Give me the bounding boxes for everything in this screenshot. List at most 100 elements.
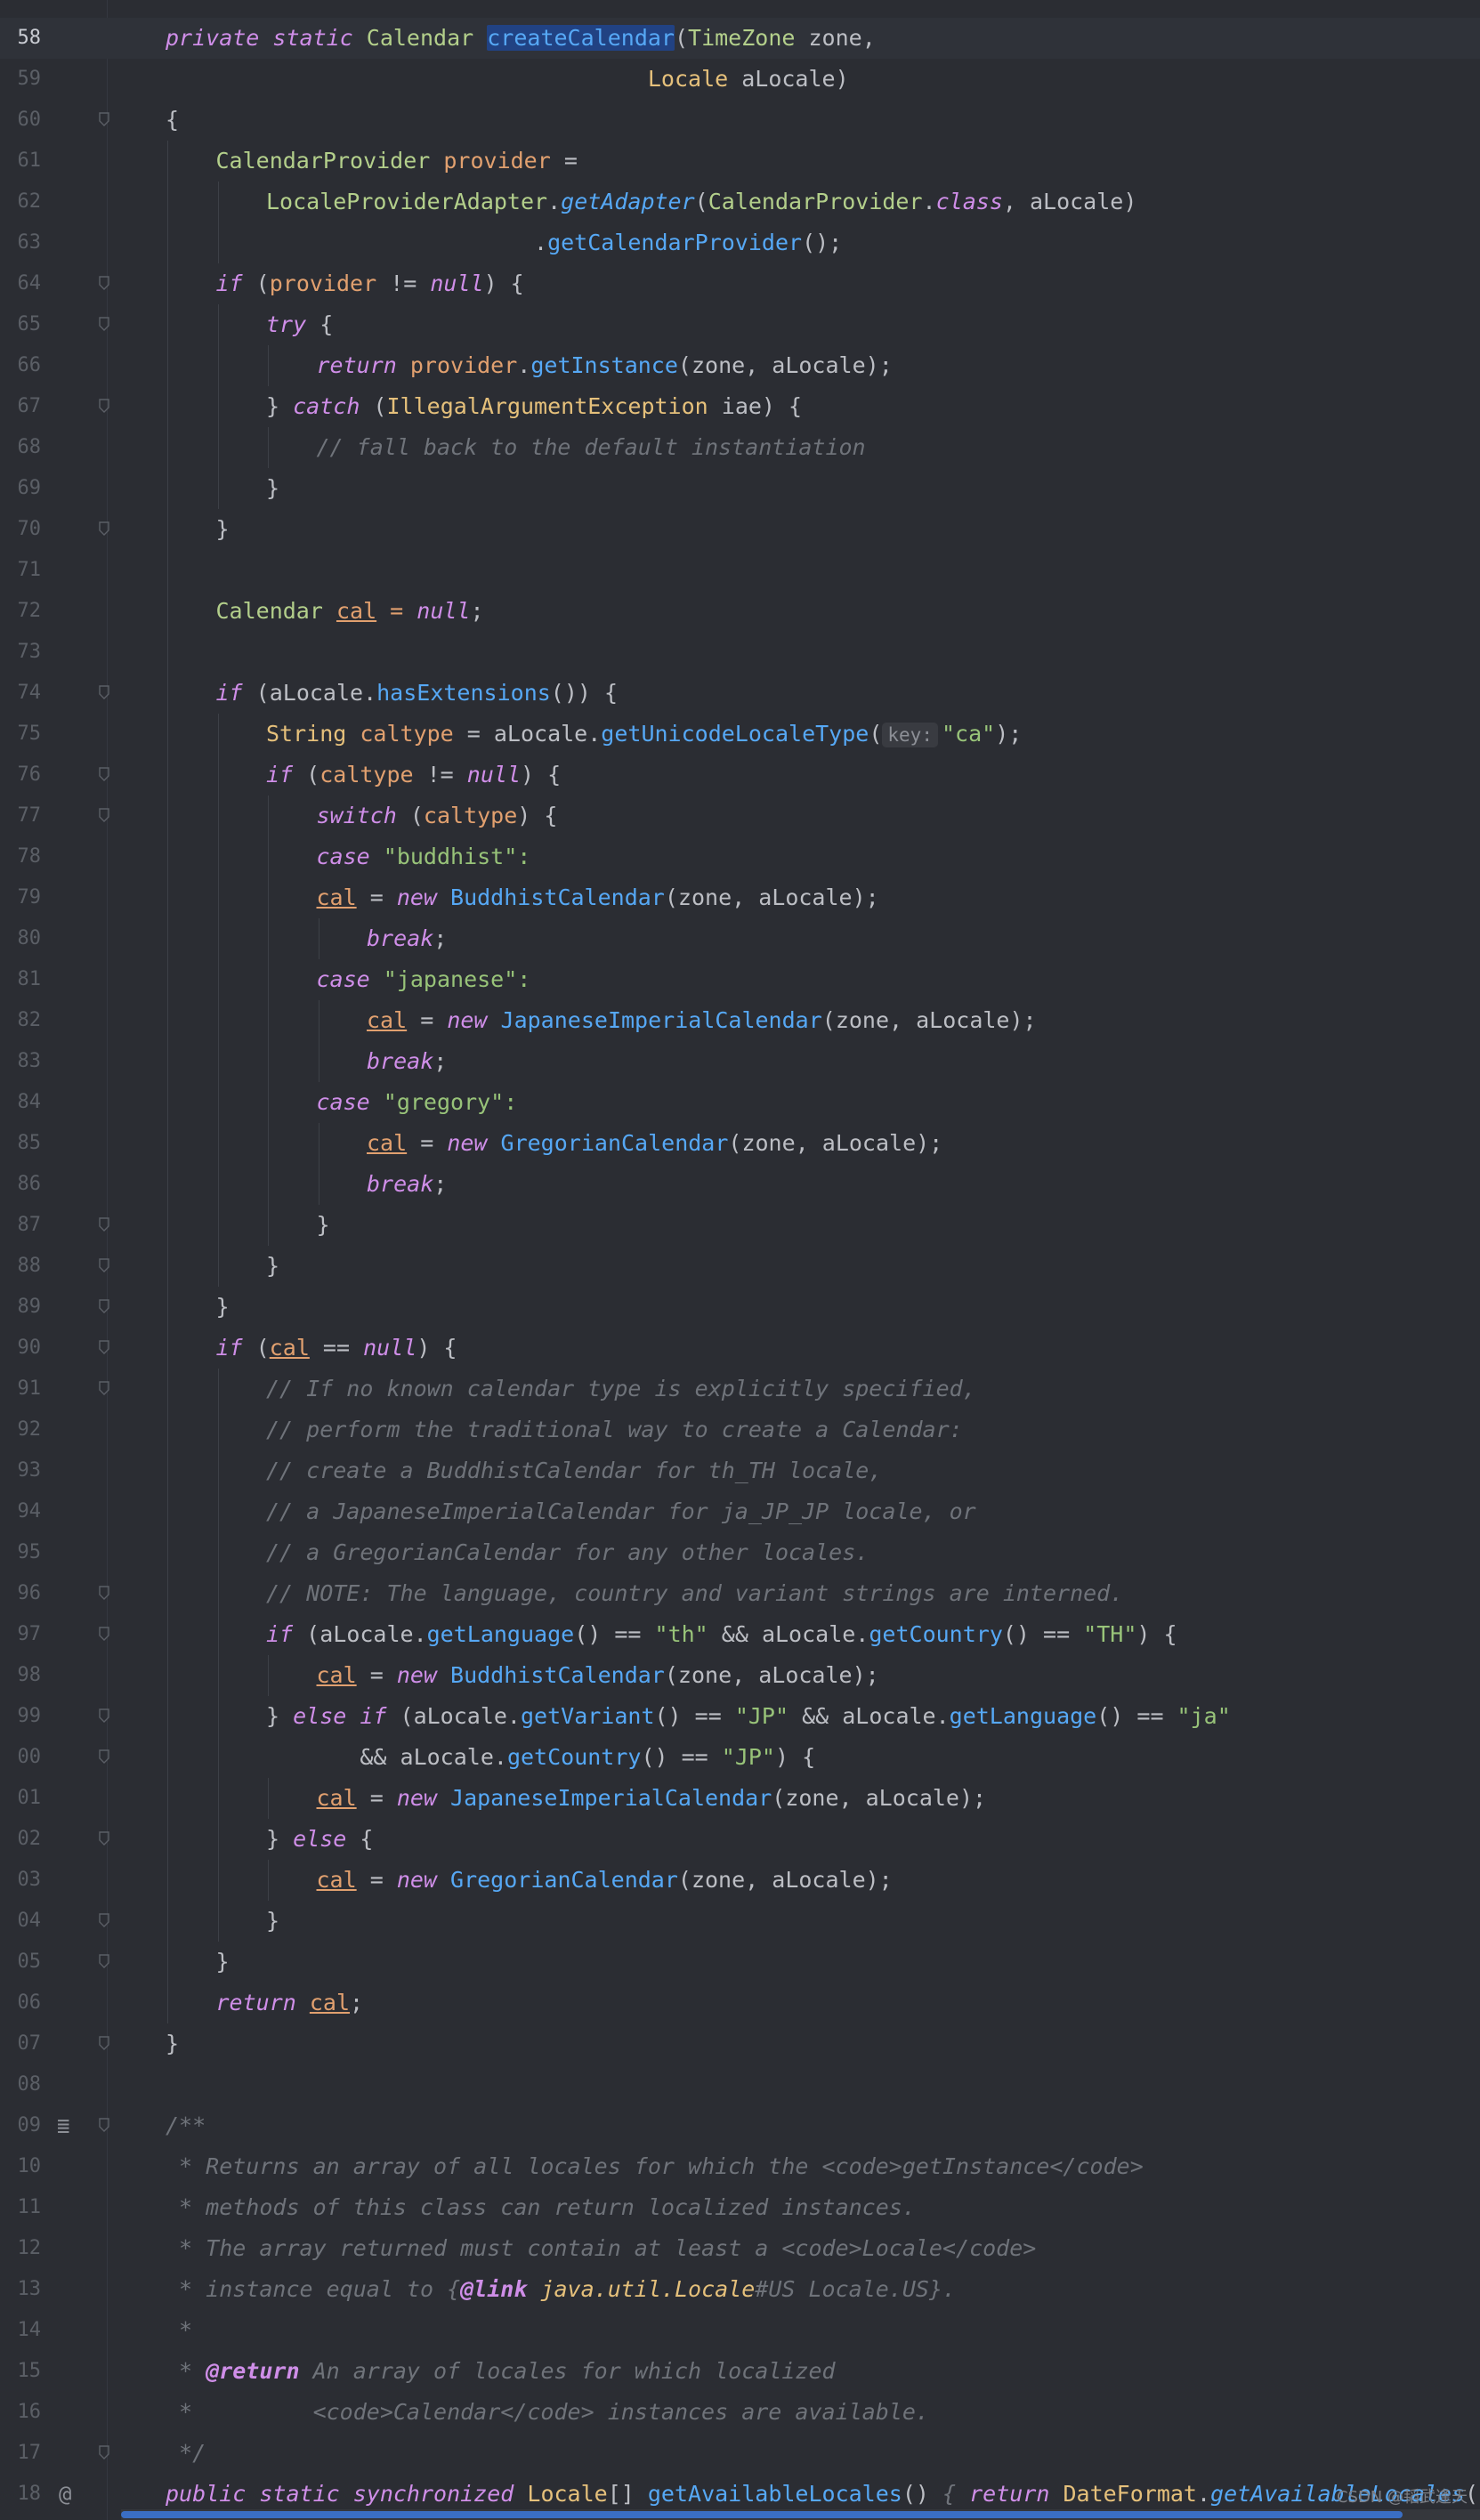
line-number[interactable]: 74	[0, 673, 42, 714]
line-number[interactable]: 59	[0, 59, 42, 100]
line-number[interactable]: 69	[0, 468, 42, 509]
code-line[interactable]: 81 case "japanese":	[0, 959, 1480, 1000]
code-line[interactable]: 82 cal = new JapaneseImperialCalendar(zon…	[0, 1000, 1480, 1041]
code-line[interactable]: 98 cal = new BuddhistCalendar(zone, aLoca…	[0, 1655, 1480, 1696]
code-text[interactable]: // NOTE: The language, country and varia…	[266, 1573, 1123, 1614]
line-number[interactable]: 09	[0, 2105, 42, 2146]
code-line[interactable]: 89}	[0, 1287, 1480, 1328]
horizontal-scrollbar[interactable]	[121, 2509, 1480, 2520]
code-text[interactable]: * <code>Calendar</code> instances are av…	[166, 2392, 929, 2433]
code-line[interactable]: 15 * @return An array of locales for whi…	[0, 2351, 1480, 2392]
code-line[interactable]: 94 // a JapaneseImperialCalendar for ja_J…	[0, 1491, 1480, 1532]
line-number[interactable]: 58	[0, 18, 42, 59]
code-line[interactable]: 90 if (cal == null) {	[0, 1328, 1480, 1369]
fold-marker-icon[interactable]	[98, 398, 110, 414]
line-number[interactable]: 67	[0, 386, 42, 427]
code-line[interactable]: 63 .getCalendarProvider();	[0, 222, 1480, 263]
code-text[interactable]: }	[216, 1287, 230, 1328]
code-text[interactable]: if (provider != null) {	[216, 263, 524, 304]
line-number[interactable]: 16	[0, 2392, 42, 2433]
code-text[interactable]: // a JapaneseImperialCalendar for ja_JP_…	[266, 1491, 976, 1532]
code-line[interactable]: 78 case "buddhist":	[0, 836, 1480, 877]
line-number[interactable]: 64	[0, 263, 42, 304]
line-number[interactable]: 83	[0, 1041, 42, 1082]
line-number[interactable]: 14	[0, 2310, 42, 2351]
line-number[interactable]: 02	[0, 1819, 42, 1860]
code-text[interactable]: if (aLocale.getLanguage() == "th" && aLo…	[266, 1614, 1177, 1655]
code-text[interactable]: if (caltype != null) {	[266, 755, 561, 796]
line-number[interactable]: 98	[0, 1655, 42, 1696]
code-text[interactable]: } catch (IllegalArgumentException iae) {	[266, 386, 802, 427]
fold-marker-icon[interactable]	[98, 1380, 110, 1396]
code-line[interactable]: 88}	[0, 1246, 1480, 1287]
code-text[interactable]: }	[317, 1205, 330, 1246]
code-line[interactable]: 87}	[0, 1205, 1480, 1246]
code-line[interactable]: 83 break;	[0, 1041, 1480, 1082]
scrollbar-thumb[interactable]	[121, 2511, 1403, 2518]
code-text[interactable]: cal = new JapaneseImperialCalendar(zone,…	[367, 1000, 1037, 1041]
code-text[interactable]: /**	[166, 2105, 206, 2146]
code-text[interactable]: }	[266, 1901, 279, 1942]
line-number[interactable]: 00	[0, 1737, 42, 1778]
line-number[interactable]: 93	[0, 1450, 42, 1491]
code-line[interactable]: 01 cal = new JapaneseImperialCalendar(zon…	[0, 1778, 1480, 1819]
line-number[interactable]: 05	[0, 1942, 42, 1983]
code-text[interactable]: case "japanese":	[317, 959, 531, 1000]
line-number[interactable]: 82	[0, 1000, 42, 1041]
fold-marker-icon[interactable]	[98, 2444, 110, 2460]
line-number[interactable]: 92	[0, 1409, 42, 1450]
line-number[interactable]: 96	[0, 1573, 42, 1614]
line-number[interactable]: 78	[0, 836, 42, 877]
line-number[interactable]: 73	[0, 632, 42, 673]
code-text[interactable]: break;	[367, 918, 447, 959]
code-text[interactable]: case "buddhist":	[317, 836, 531, 877]
code-text[interactable]: break;	[367, 1164, 447, 1205]
code-text[interactable]: } else {	[266, 1819, 373, 1860]
line-number[interactable]: 70	[0, 509, 42, 550]
fold-marker-icon[interactable]	[98, 1257, 110, 1273]
line-number[interactable]: 71	[0, 550, 42, 591]
code-line[interactable]: 09 ≣ /**	[0, 2105, 1480, 2146]
code-text[interactable]: */	[166, 2433, 206, 2474]
code-text[interactable]: switch (caltype) {	[317, 796, 558, 836]
code-line[interactable]: 60 {	[0, 100, 1480, 141]
code-line[interactable]: 97 if (aLocale.getLanguage() == "th" && a…	[0, 1614, 1480, 1655]
code-text[interactable]: // If no known calendar type is explicit…	[266, 1369, 976, 1409]
code-line[interactable]: 84 case "gregory":	[0, 1082, 1480, 1123]
line-number[interactable]: 88	[0, 1246, 42, 1287]
line-number[interactable]: 91	[0, 1369, 42, 1409]
line-number[interactable]: 81	[0, 959, 42, 1000]
code-line[interactable]: 04}	[0, 1901, 1480, 1942]
code-line[interactable]: 08	[0, 2064, 1480, 2105]
line-number[interactable]: 62	[0, 182, 42, 222]
code-line[interactable]: 59 Locale aLocale)	[0, 59, 1480, 100]
fold-marker-icon[interactable]	[98, 111, 110, 127]
line-number[interactable]: 77	[0, 796, 42, 836]
code-line[interactable]: 71	[0, 550, 1480, 591]
code-line[interactable]: 64 if (provider != null) {	[0, 263, 1480, 304]
line-number[interactable]: 79	[0, 877, 42, 918]
code-text[interactable]: * @return An array of locales for which …	[166, 2351, 836, 2392]
fold-marker-icon[interactable]	[98, 1298, 110, 1314]
code-text[interactable]: cal = new GregorianCalendar(zone, aLocal…	[317, 1860, 893, 1901]
code-text[interactable]: // create a BuddhistCalendar for th_TH l…	[266, 1450, 882, 1491]
line-number[interactable]: 10	[0, 2146, 42, 2187]
code-text[interactable]: return cal;	[216, 1983, 364, 2023]
code-line[interactable]: 10 * Returns an array of all locales for…	[0, 2146, 1480, 2187]
code-text[interactable]: return provider.getInstance(zone, aLocal…	[317, 345, 893, 386]
code-line[interactable]: 03 cal = new GregorianCalendar(zone, aLoc…	[0, 1860, 1480, 1901]
code-text[interactable]: * The array returned must contain at lea…	[166, 2228, 1036, 2269]
code-line[interactable]: 14 *	[0, 2310, 1480, 2351]
fold-marker-icon[interactable]	[98, 1585, 110, 1601]
code-text[interactable]: && aLocale.getCountry() == "JP") {	[266, 1737, 815, 1778]
code-line[interactable]: 69}	[0, 468, 1480, 509]
line-number[interactable]: 04	[0, 1901, 42, 1942]
line-number[interactable]: 13	[0, 2269, 42, 2310]
code-line[interactable]: 68 // fall back to the default instantiat…	[0, 427, 1480, 468]
code-text[interactable]: }	[266, 1246, 279, 1287]
code-line[interactable]: 00 && aLocale.getCountry() == "JP") {	[0, 1737, 1480, 1778]
code-line[interactable]: 80 break;	[0, 918, 1480, 959]
line-number[interactable]: 08	[0, 2064, 42, 2105]
line-number[interactable]: 03	[0, 1860, 42, 1901]
fold-marker-icon[interactable]	[98, 2035, 110, 2051]
